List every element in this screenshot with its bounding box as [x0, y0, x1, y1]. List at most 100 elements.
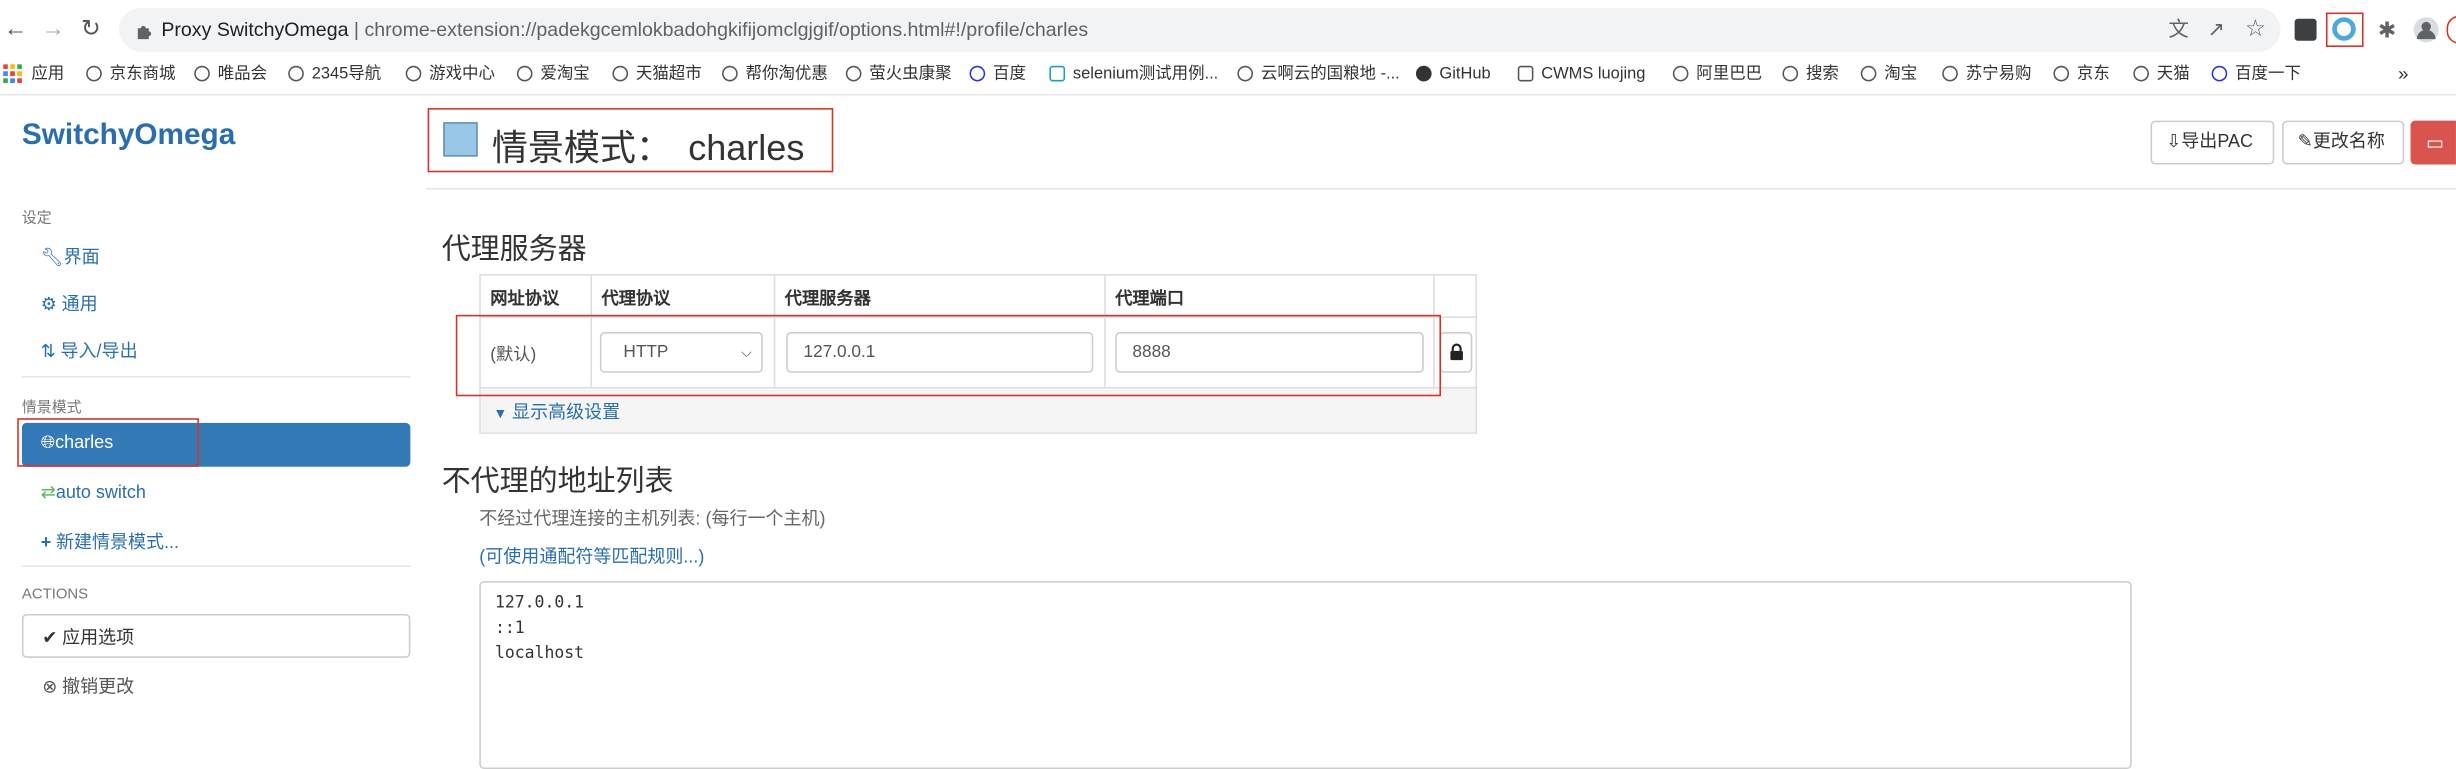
bookmark-item[interactable]: 苏宁易购: [1942, 60, 2031, 88]
bookmark-item[interactable]: 天猫: [2133, 60, 2190, 88]
profile-avatar-icon[interactable]: [2413, 17, 2439, 43]
globe-icon: [1237, 65, 1254, 82]
column-header-server: 代理服务器: [784, 289, 871, 309]
proxy-row-highlight-box: [455, 314, 1441, 397]
url-text[interactable]: Proxy SwitchyOmega | chrome-extension://…: [161, 19, 1088, 41]
bookmark-apps[interactable]: 应用: [31, 60, 64, 88]
bookmark-item[interactable]: 淘宝: [1860, 60, 1918, 88]
bookmark-label: GitHub: [1439, 64, 1491, 84]
lock-icon[interactable]: [1439, 332, 1473, 373]
bookmark-item[interactable]: GitHub: [1415, 60, 1491, 88]
sidebar-item-auto-switch[interactable]: ⇄auto switch: [41, 481, 146, 503]
sidebar-divider: [21, 375, 411, 378]
actions-section-header: ACTIONS: [21, 585, 89, 604]
baidu-paw-icon: [969, 65, 986, 82]
bookmark-item[interactable]: 京东商城: [86, 60, 175, 88]
sidebar-item-import-export[interactable]: ⇅ 导入/导出: [41, 338, 138, 363]
globe-icon: [194, 65, 210, 82]
bookmark-item[interactable]: 云啊云的国粮地 -...: [1237, 60, 1400, 88]
bookmark-label: CWMS luojing: [1541, 64, 1646, 84]
bookmark-item[interactable]: 萤火虫康聚: [845, 60, 952, 88]
header-divider: [426, 187, 2456, 190]
wildcard-rules-link[interactable]: (可使用通配符等匹配规则...): [479, 544, 704, 569]
profiles-section-header: 情景模式: [21, 399, 82, 417]
switchyomega-extension-button[interactable]: [2325, 12, 2364, 47]
globe-icon: [612, 65, 629, 82]
trash-icon: ▭: [2426, 131, 2444, 154]
bookmark-item[interactable]: 阿里巴巴: [1672, 60, 1763, 88]
bookmark-item[interactable]: selenium测试用例...: [1049, 60, 1218, 88]
bookmark-item[interactable]: 百度一下: [2211, 60, 2301, 88]
plus-icon: +: [40, 534, 52, 553]
bookmark-label: 百度: [993, 64, 1026, 84]
globe-icon: [288, 65, 304, 82]
chevron-down-icon: ▼: [493, 405, 508, 422]
globe-icon: [1860, 65, 1877, 82]
bookmark-label: 2345导航: [311, 64, 382, 84]
bypass-entry: localhost: [494, 643, 585, 663]
bookmark-label: 京东商城: [109, 64, 176, 84]
url-separator: |: [353, 18, 360, 41]
column-header-port: 代理端口: [1115, 289, 1185, 309]
bypass-description: 不经过代理连接的主机列表: (每行一个主机): [479, 510, 826, 530]
sidebar-item-general[interactable]: ⚙ 通用: [41, 291, 98, 316]
bookmark-item[interactable]: 百度: [969, 60, 1026, 88]
bookmark-item[interactable]: 唯品会: [194, 60, 267, 88]
apps-grid-icon[interactable]: [3, 63, 25, 85]
bookmark-label: 淘宝: [1884, 64, 1918, 84]
apply-options-text: 应用选项: [62, 629, 135, 649]
diamond-icon: [1049, 65, 1066, 82]
bookmark-label: 云啊云的国粮地 -...: [1260, 64, 1400, 84]
bypass-list-textarea[interactable]: [479, 581, 2132, 769]
globe-icon: [1942, 65, 1958, 82]
bookmark-label: 唯品会: [217, 64, 268, 84]
bookmark-item[interactable]: CWMS luojing: [1517, 60, 1646, 88]
bookmark-label: 游戏中心: [429, 64, 495, 84]
sidebar-item-new-profile[interactable]: + 新建情景模式...: [41, 529, 179, 554]
bookmark-label: 爱淘宝: [540, 64, 590, 84]
apply-options-label[interactable]: ✔ 应用选项: [42, 625, 134, 650]
sidebar-item-label: 界面: [63, 249, 100, 268]
show-advanced-toggle[interactable]: ▼ 显示高级设置: [493, 399, 620, 424]
sidebar-item-label: 导入/导出: [60, 343, 138, 362]
bookmark-item[interactable]: 爱淘宝: [516, 60, 590, 88]
page-icon: [1517, 65, 1534, 82]
gear-icon: ⚙: [40, 296, 57, 315]
translate-icon[interactable]: 文: [2166, 17, 2191, 42]
bypass-entry: 127.0.0.1: [494, 593, 585, 613]
bookmark-label: 天猫超市: [635, 64, 702, 84]
bookmark-item[interactable]: 京东: [2053, 60, 2110, 88]
bookmark-item[interactable]: 搜索: [1782, 60, 1839, 88]
forward-icon[interactable]: →: [38, 14, 69, 45]
extension-se-icon[interactable]: [2294, 18, 2317, 41]
bookmark-label: 京东: [2076, 64, 2110, 84]
settings-section-header: 设定: [21, 209, 52, 228]
discard-changes-button[interactable]: ⊗ 撤销更改: [42, 674, 134, 699]
share-icon[interactable]: ↗: [2204, 17, 2229, 42]
bookmark-label: 苏宁易购: [1965, 64, 2032, 84]
bookmark-item[interactable]: 2345导航: [288, 60, 381, 88]
import-export-icon: ⇅: [40, 343, 56, 362]
reload-icon[interactable]: ↻: [75, 14, 106, 45]
profile-color-swatch[interactable]: [443, 122, 478, 157]
check-circle-icon: ✔: [42, 629, 58, 649]
bookmark-item[interactable]: 游戏中心: [405, 60, 495, 88]
extensions-puzzle-icon[interactable]: ✱: [2375, 17, 2400, 42]
show-advanced-label: 显示高级设置: [512, 404, 621, 423]
brand-title[interactable]: SwitchyOmega: [22, 119, 235, 153]
bookmark-label: 阿里巴巴: [1696, 64, 1763, 84]
bookmarks-overflow-chevron[interactable]: »: [2398, 60, 2408, 88]
globe-icon: [1782, 65, 1799, 82]
bookmark-star-icon[interactable]: ☆: [2243, 16, 2268, 42]
url-value: chrome-extension://padekgcemlokbadohgkif…: [364, 18, 1089, 41]
rename-button[interactable]: ✎更改名称: [2282, 120, 2405, 165]
bookmark-item[interactable]: 天猫超市: [612, 60, 702, 88]
bookmark-item[interactable]: 帮你淘优惠: [722, 60, 828, 88]
delete-profile-button[interactable]: ▭删: [2410, 120, 2456, 165]
close-circle-icon: ⊗: [42, 678, 58, 698]
export-pac-button[interactable]: ⇩导出PAC: [2150, 120, 2275, 165]
sidebar-divider: [21, 565, 411, 568]
back-icon[interactable]: ←: [0, 14, 31, 45]
sidebar-item-ui[interactable]: 🔧︎界面: [41, 244, 100, 269]
title-profile-name: charles: [688, 126, 805, 168]
